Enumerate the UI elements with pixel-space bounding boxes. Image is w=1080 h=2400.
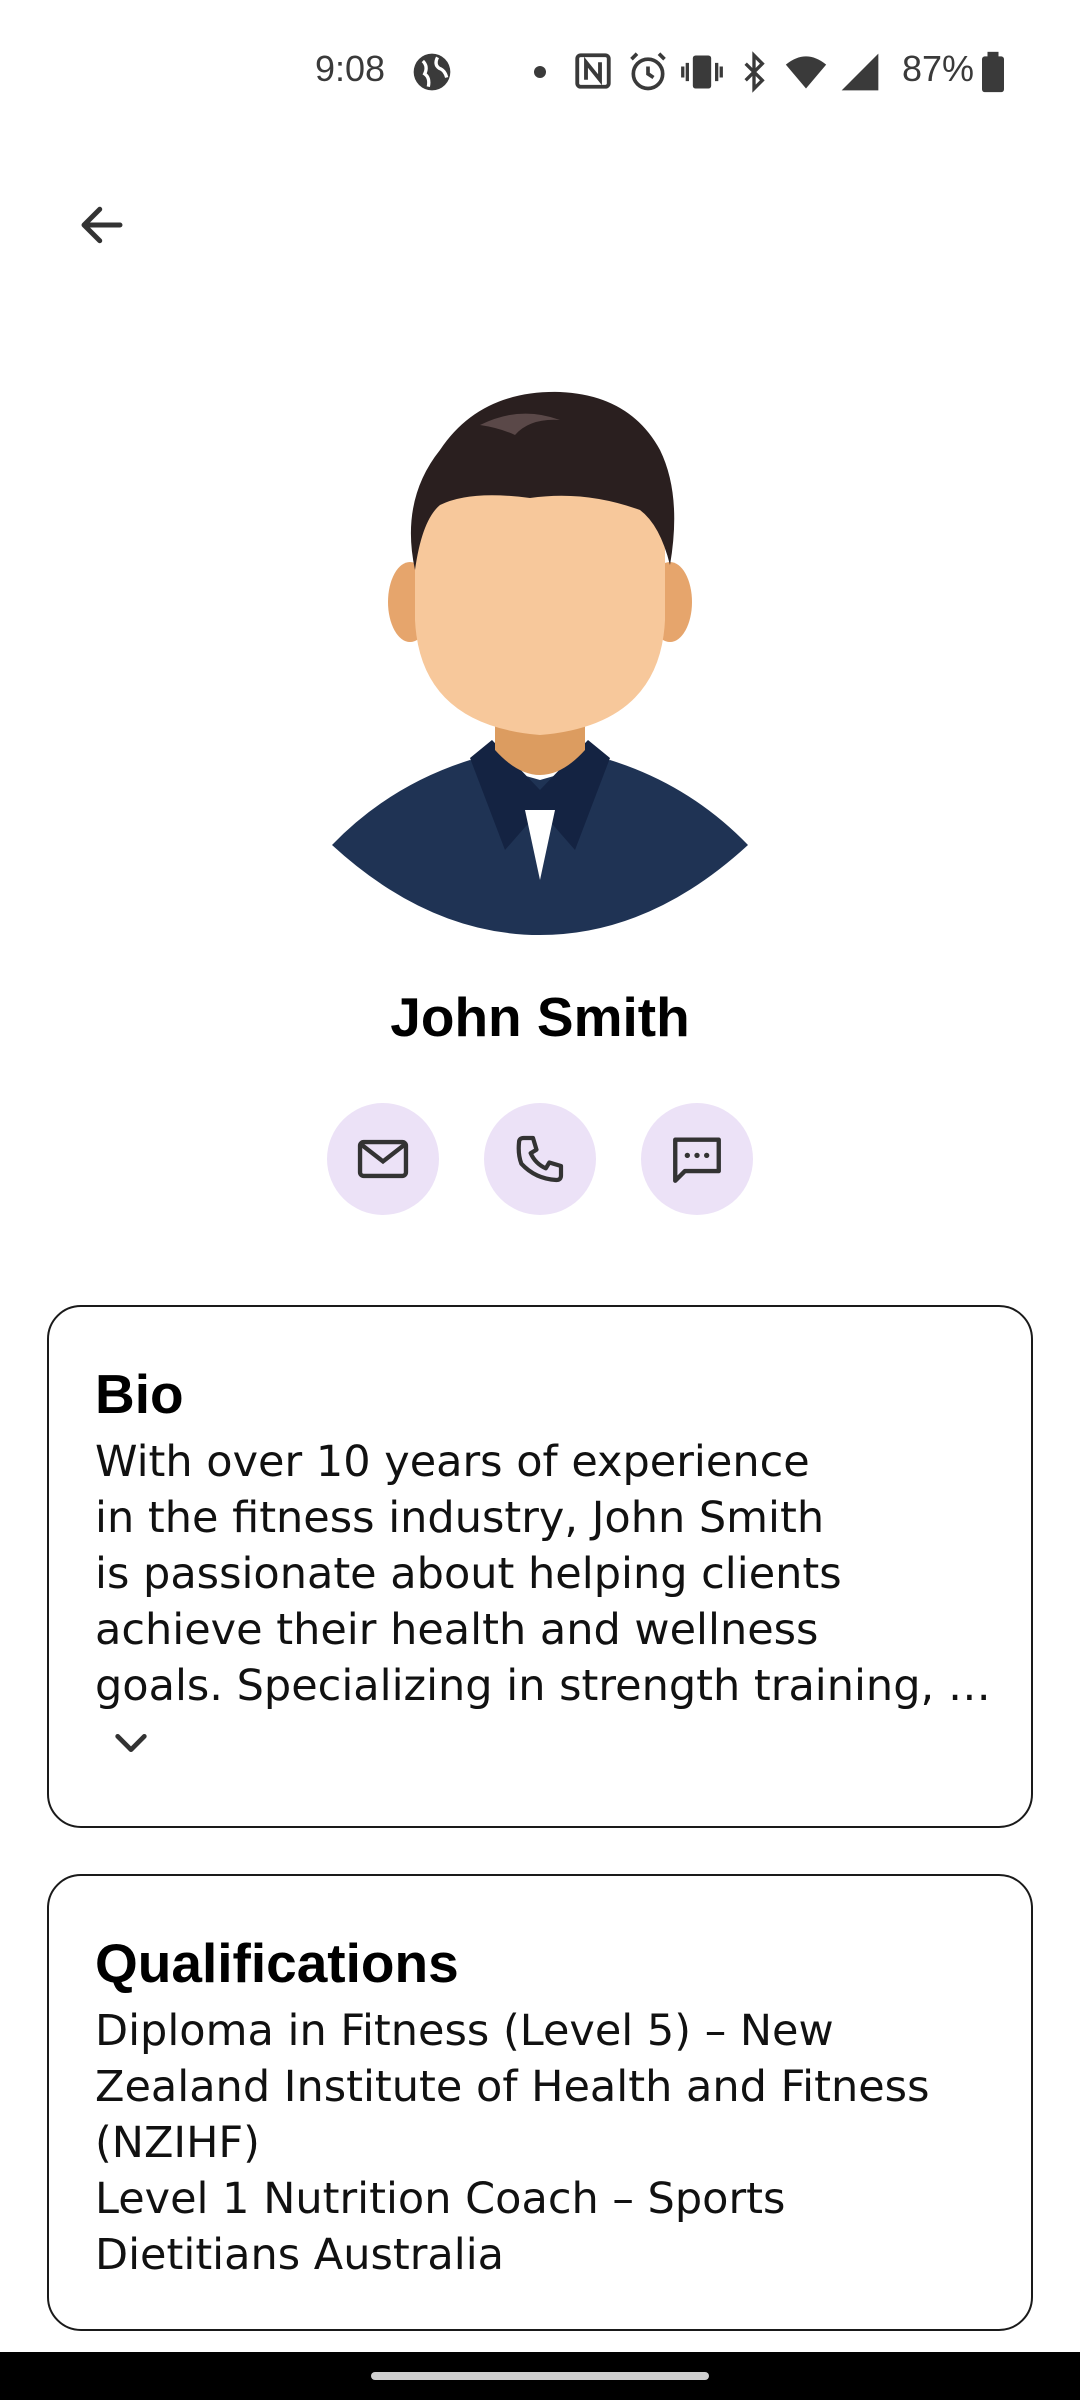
globe-icon: [413, 53, 451, 91]
qualifications-text: Diploma in Fitness (Level 5) – New Zeala…: [95, 2006, 930, 2280]
dot-icon: [534, 66, 546, 78]
status-time: 9:08: [315, 48, 386, 89]
chat-icon: [673, 1137, 721, 1183]
status-bar: 9:08 87%: [0, 0, 1080, 140]
chevron-down-icon: [115, 1734, 147, 1752]
bio-card: Bio With over 10 years of experience in …: [47, 1305, 1033, 1828]
alarm-icon: [630, 52, 666, 91]
phone-icon: [516, 1135, 564, 1183]
vibrate-icon: [681, 55, 723, 89]
message-button[interactable]: [641, 1103, 753, 1215]
battery-percentage: 87%: [902, 48, 975, 89]
home-gesture-handle[interactable]: [371, 2372, 709, 2380]
signal-icon: [841, 53, 879, 91]
navigation-bar: [0, 2352, 1080, 2400]
qualifications-title: Qualifications: [95, 1932, 459, 1994]
qualifications-card: Qualifications Diploma in Fitness (Level…: [47, 1874, 1033, 2331]
bio-text: With over 10 years of experience in the …: [95, 1437, 991, 1711]
bluetooth-icon: [744, 51, 765, 93]
arrow-left-icon: [81, 206, 123, 244]
email-button[interactable]: [327, 1103, 439, 1215]
nfc-icon: [575, 53, 611, 89]
back-button[interactable]: [62, 190, 142, 260]
wifi-icon: [785, 56, 827, 89]
bio-title: Bio: [95, 1363, 184, 1425]
profile-name: John Smith: [390, 986, 690, 1048]
avatar: [332, 391, 748, 935]
mail-icon: [357, 1139, 409, 1179]
phone-button[interactable]: [484, 1103, 596, 1215]
bio-expand-button[interactable]: [109, 1725, 153, 1761]
battery-icon: [982, 51, 1004, 93]
